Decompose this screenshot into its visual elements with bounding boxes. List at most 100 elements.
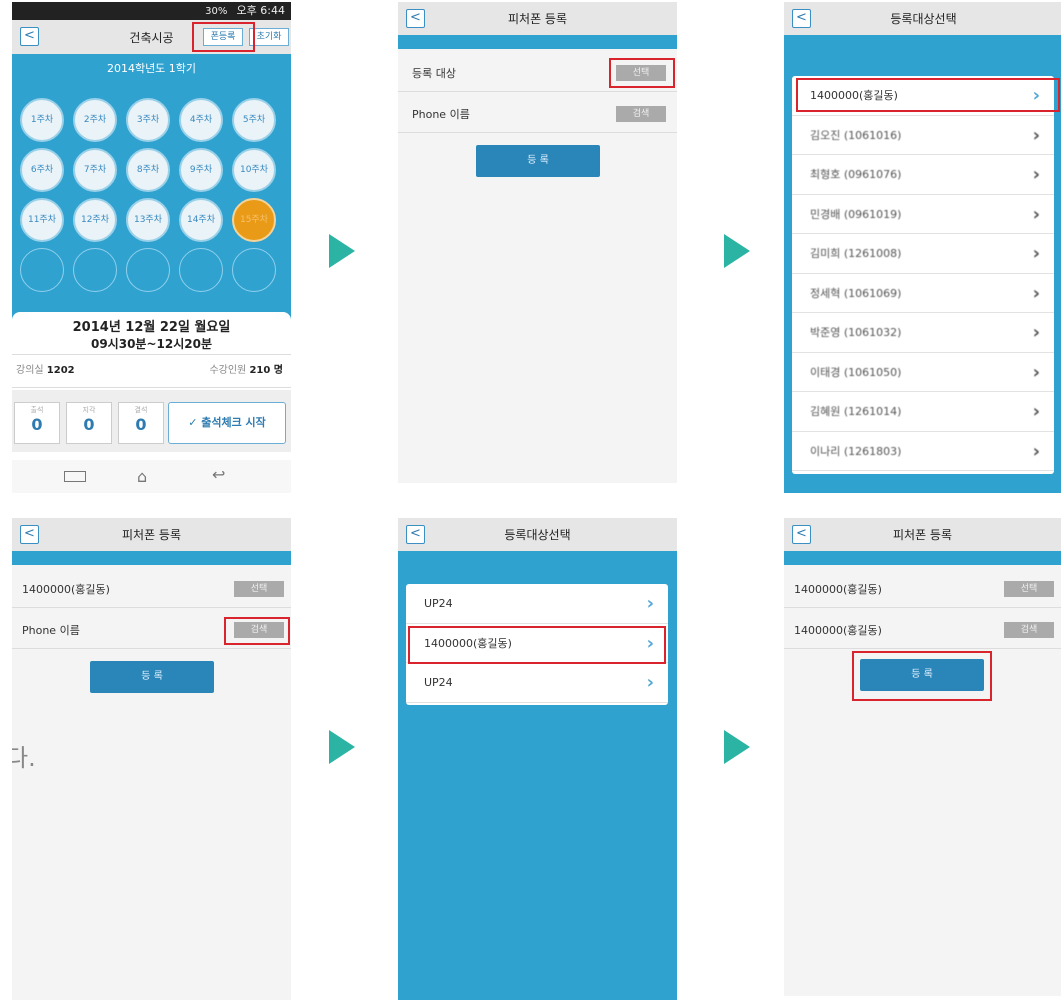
page-title: 피처폰 등록 [507,12,567,26]
lecture-time: 09시30분~12시20분 [90,337,212,351]
register-button[interactable]: 등 록 [476,145,600,177]
lecture-date: 2014년 12월 22일 월요일 [72,320,231,335]
list-item[interactable]: 이태경 (1061050) › [792,353,1054,392]
screen-course-main: 30% 오후 6:44 < 건축시공 폰등록 초기화 2014학년도 1학기 2… [12,2,291,493]
list-item[interactable]: UP24 › [406,584,668,624]
back-icon[interactable]: < [406,525,425,544]
list-item-label: UP24 [424,596,453,610]
battery-text: 30% [205,6,228,17]
stat-label: 지각 [82,406,96,414]
app-header: < 피처폰 등록 [398,2,677,35]
screen-feature-phone-register: < 피처폰 등록 등록 대상 선택 Phone 이름 검색 등 록 [398,2,677,483]
week-button[interactable]: 4주차 [179,98,223,142]
app-header: < 등록대상선택 [784,2,1061,35]
app-header: < 등록대상선택 [398,518,677,551]
week-button[interactable]: 14주차 [179,198,223,242]
page-title: 등록대상선택 [504,528,571,542]
back-icon[interactable]: < [406,9,425,28]
stat-value: 0 [83,415,95,434]
room-label: 강의실 [16,365,44,376]
week-button[interactable]: 13주차 [126,198,170,242]
screen-feature-phone-register-3: < 피처폰 등록 1400000(홍길동) 선택 1400000(홍길동) 검색 … [784,518,1061,996]
stat-box: 지각 0 [66,402,112,444]
register-button[interactable]: 등 록 [90,661,214,693]
list-item-label: 김오진 (1061016) [810,128,902,142]
list-item[interactable]: 박준영 (1061032) › [792,313,1054,353]
empty-week-slot [232,248,276,292]
back-icon[interactable]: < [792,9,811,28]
stat-box: 결석 0 [118,402,164,444]
highlight-box [609,58,675,88]
highlight-box [852,651,992,701]
list-item-label: 민경배 (0961019) [810,207,902,221]
chevron-right-icon: › [1032,203,1040,225]
list-item[interactable]: 김오진 (1061016) › [792,116,1054,155]
return-icon[interactable]: ↩ [212,465,225,484]
room-row: 강의실 1202 수강인원 210 명 [12,354,291,388]
list-item-label: 박준영 (1061032) [810,326,902,340]
empty-week-slot [20,248,64,292]
list-item[interactable]: 김혜원 (1261014) › [792,392,1054,432]
list-item-label: UP24 [424,675,453,689]
week-button[interactable]: 12주차 [73,198,117,242]
home-icon[interactable]: ⌂ [137,467,147,486]
page-title: 건축시공 [129,30,174,45]
list-item[interactable]: 최형호 (0961076) › [792,155,1054,195]
select-button[interactable]: 선택 [234,581,284,597]
week-button[interactable]: 11주차 [20,198,64,242]
list-item[interactable]: 정세혁 (1061069) › [792,274,1054,313]
semester-label: 2014학년도 1학기 [106,62,197,75]
week-button[interactable]: 2주차 [73,98,117,142]
search-button[interactable]: 검색 [1004,622,1054,638]
count-value: 210 명 [249,365,283,376]
select-button[interactable]: 선택 [1004,581,1054,597]
list-item[interactable]: 이나리 (1261803) › [792,432,1054,471]
week-button[interactable]: 3주차 [126,98,170,142]
week-button[interactable]: 15주차 [232,198,276,242]
week-button[interactable]: 1주차 [20,98,64,142]
target-value: 1400000(홍길동) [794,582,882,596]
back-icon[interactable]: < [20,525,39,544]
list-item[interactable]: 민경배 (0961019) › [792,195,1054,234]
chevron-right-icon: › [646,593,654,614]
week-button[interactable]: 7주차 [73,148,117,192]
screen-select-target: < 등록대상선택 1400000(홍길동) › 김오진 (1061016) › 최형호 (… [784,2,1061,493]
phone-name-value: 1400000(홍길동) [794,623,882,637]
empty-week-slot [179,248,223,292]
list-item-label: 김미희 (1261008) [810,247,902,261]
search-button[interactable]: 검색 [616,106,666,122]
highlight-box [192,22,255,52]
empty-week-slot [126,248,170,292]
back-icon[interactable]: < [20,27,39,46]
week-button[interactable]: 10주차 [232,148,276,192]
list-item[interactable]: 김미희 (1261008) › [792,234,1054,274]
app-header: < 피처폰 등록 [12,518,291,551]
stat-value: 0 [31,415,43,434]
stat-box: 출석 0 [14,402,60,444]
back-icon[interactable]: < [792,525,811,544]
highlight-box [408,626,666,664]
reset-button[interactable]: 초기화 [249,28,289,46]
page-title: 피처폰 등록 [892,528,952,542]
week-button[interactable]: 6주차 [20,148,64,192]
list-item-label: 이태경 (1061050) [810,365,902,379]
chevron-right-icon: › [1032,401,1040,422]
screen-select-target-2: < 등록대상선택 UP24 › 1400000(홍길동) › UP24 › [398,518,677,1000]
list-item[interactable]: UP24 › [406,663,668,703]
week-button[interactable]: 5주차 [232,98,276,142]
recent-apps-icon[interactable] [64,471,86,482]
next-arrow-icon [724,234,750,268]
week-button[interactable]: 8주차 [126,148,170,192]
week-button[interactable]: 9주차 [179,148,223,192]
chevron-right-icon: › [1032,282,1040,304]
list-item-label: 정세혁 (1061069) [810,286,902,300]
start-attendance-button[interactable]: ✓ 출석체크 시작 [168,402,286,444]
page-title: 등록대상선택 [890,12,957,26]
chevron-right-icon: › [1032,440,1040,462]
room-value: 1202 [46,365,75,376]
next-arrow-icon [329,730,355,764]
chevron-right-icon: › [1032,124,1040,146]
caption-text: 다. [12,744,36,772]
chevron-right-icon: › [1032,164,1040,185]
highlight-box [796,78,1060,112]
